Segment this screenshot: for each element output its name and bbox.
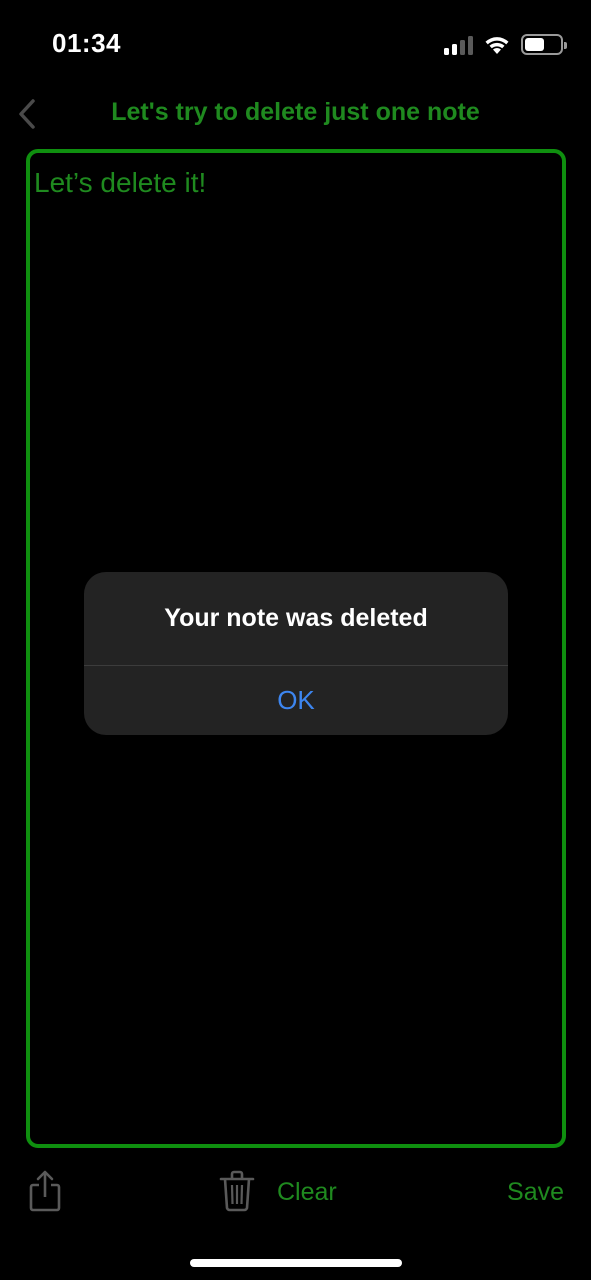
trash-icon <box>219 1170 255 1212</box>
ok-button[interactable]: OK <box>84 666 508 735</box>
page-title: Let's try to delete just one note <box>111 98 480 126</box>
clear-button[interactable]: Clear <box>277 1178 337 1207</box>
cellular-signal-icon <box>444 35 473 55</box>
wifi-icon <box>485 37 509 54</box>
status-icons <box>444 34 567 55</box>
save-button[interactable]: Save <box>507 1178 564 1207</box>
share-icon <box>29 1170 61 1212</box>
home-indicator[interactable] <box>190 1259 402 1267</box>
note-text[interactable]: Let’s delete it! <box>34 167 206 199</box>
alert-title: Your note was deleted <box>164 604 428 632</box>
status-time: 01:34 <box>52 28 121 58</box>
battery-icon <box>521 34 567 55</box>
alert-dialog: Your note was deleted OK <box>84 572 508 735</box>
share-button[interactable] <box>28 1170 62 1212</box>
delete-button[interactable] <box>219 1170 255 1212</box>
